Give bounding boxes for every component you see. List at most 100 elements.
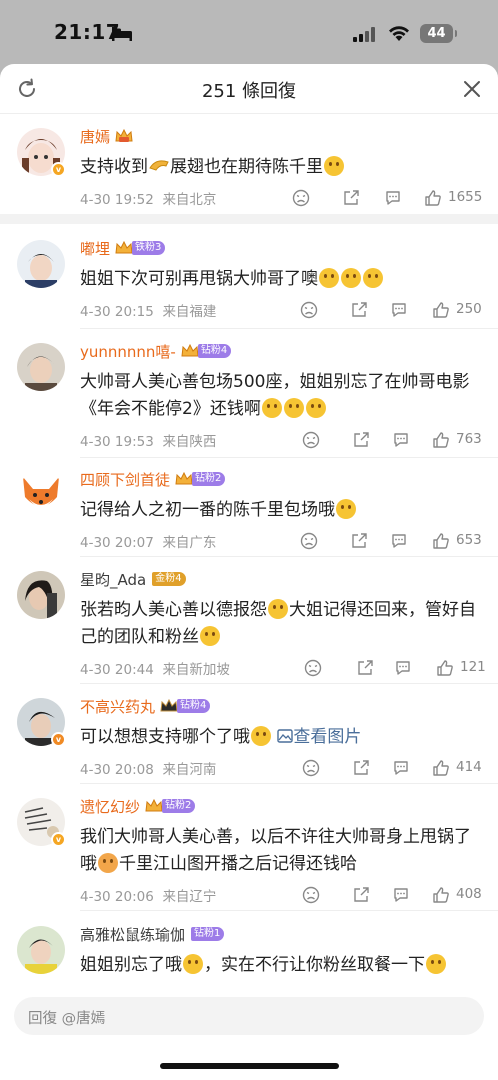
share-icon[interactable] bbox=[342, 189, 360, 207]
cellular-signal-icon bbox=[353, 26, 375, 42]
username[interactable]: 不高兴药丸 bbox=[80, 696, 155, 717]
comment-text: 大帅哥人美心善包场500座，姐姐别忘了在帅哥电影《年会不能停2》还钱啊 bbox=[80, 372, 470, 419]
dislike-icon[interactable] bbox=[302, 759, 320, 777]
fan-badge: 钻粉2 bbox=[192, 472, 226, 486]
like-icon[interactable] bbox=[432, 759, 450, 777]
username[interactable]: 唐嫣 bbox=[80, 126, 110, 147]
comment-time: 4-30 20:08 bbox=[80, 762, 154, 778]
comment-icon[interactable] bbox=[392, 431, 410, 449]
vip-crown-icon bbox=[175, 471, 193, 485]
share-icon[interactable] bbox=[350, 532, 368, 550]
comment-meta: 4-30 19:53 来自陕西 763 bbox=[80, 430, 498, 450]
avatar[interactable] bbox=[17, 471, 65, 519]
home-indicator[interactable] bbox=[160, 1063, 339, 1069]
avatar[interactable] bbox=[17, 926, 65, 974]
sleep-focus-icon bbox=[112, 27, 132, 41]
dislike-icon[interactable] bbox=[300, 532, 318, 550]
comment-icon[interactable] bbox=[394, 659, 412, 677]
dislike-icon[interactable] bbox=[302, 886, 320, 904]
like-icon[interactable] bbox=[432, 532, 450, 550]
comment-location: 来自河南 bbox=[162, 762, 217, 778]
comment-location: 来自广东 bbox=[162, 535, 217, 551]
avatar[interactable] bbox=[17, 571, 65, 619]
like-icon[interactable] bbox=[432, 301, 450, 319]
avatar[interactable]: v bbox=[17, 128, 66, 177]
fan-badge: 钻粉4 bbox=[197, 344, 232, 358]
battery-icon: 44 bbox=[420, 24, 457, 43]
dislike-icon[interactable] bbox=[302, 431, 320, 449]
avatar[interactable] bbox=[17, 240, 65, 288]
username[interactable]: 星昀_Ada bbox=[80, 569, 146, 590]
close-icon[interactable] bbox=[462, 79, 482, 99]
like-icon[interactable] bbox=[436, 659, 454, 677]
comment-location: 来自陕西 bbox=[162, 434, 217, 450]
fan-badge: 钻粉4 bbox=[177, 699, 211, 713]
comment-text: 可以想想支持哪个了哦 查看图片 bbox=[80, 726, 362, 747]
comment-time: 4-30 19:53 bbox=[80, 434, 154, 450]
laughing-emoji-icon bbox=[324, 156, 344, 176]
like-count: 408 bbox=[456, 886, 482, 902]
comment-icon[interactable] bbox=[392, 759, 410, 777]
comment-meta: 4-30 20:15 来自福建 250 bbox=[80, 300, 498, 320]
like-count: 653 bbox=[456, 532, 482, 548]
share-icon[interactable] bbox=[352, 886, 370, 904]
comment-meta: 4-30 20:07 来自广东 653 bbox=[80, 531, 498, 551]
share-icon[interactable] bbox=[352, 431, 370, 449]
comment-text: 姐姐别忘了哦 ，实在不行让你粉丝取餐一下 bbox=[80, 952, 480, 979]
share-icon[interactable] bbox=[352, 759, 370, 777]
like-icon[interactable] bbox=[424, 189, 442, 207]
username[interactable]: 高雅松鼠练瑜伽 bbox=[80, 924, 185, 945]
comment-icon[interactable] bbox=[390, 301, 408, 319]
verified-badge-icon: v bbox=[51, 732, 66, 747]
like-icon[interactable] bbox=[432, 431, 450, 449]
comment-icon[interactable] bbox=[390, 532, 408, 550]
sheet-header: 251 條回復 bbox=[0, 64, 498, 114]
username[interactable]: yunnnnnn嘻- bbox=[80, 341, 176, 362]
comment-text: 记得给人之初一番的陈千里包场哦 bbox=[80, 497, 480, 524]
status-time: 21:17 bbox=[54, 20, 121, 44]
share-icon[interactable] bbox=[356, 659, 374, 677]
comment-meta: 4-30 20:06 来自辽宁 408 bbox=[80, 885, 498, 905]
avatar[interactable] bbox=[17, 343, 65, 391]
verified-badge-icon: v bbox=[51, 832, 66, 847]
like-icon[interactable] bbox=[432, 886, 450, 904]
avatar[interactable]: v bbox=[17, 698, 66, 747]
avatar[interactable]: v bbox=[17, 798, 66, 847]
emoji-icon bbox=[261, 398, 282, 418]
emoji-icon bbox=[363, 268, 383, 288]
like-count: 1655 bbox=[448, 189, 483, 205]
comment-meta: 4-30 20:44 来自新加坡 121 bbox=[80, 658, 498, 678]
username[interactable]: 遗忆幻纱 bbox=[80, 796, 140, 817]
hand-emoji-icon bbox=[149, 160, 169, 171]
emoji-icon bbox=[341, 268, 361, 288]
emoji-icon bbox=[319, 268, 339, 288]
fan-badge: 钻粉2 bbox=[162, 799, 196, 813]
like-count: 414 bbox=[456, 759, 482, 775]
dislike-icon[interactable] bbox=[292, 189, 310, 207]
comment-text: 支持收到 展翅也在期待陈千里 bbox=[80, 154, 480, 181]
cat-emoji-icon bbox=[98, 853, 118, 873]
reply-input[interactable]: 回復 @唐嫣 bbox=[14, 997, 484, 1035]
comment-icon[interactable] bbox=[392, 886, 410, 904]
vip-crown-icon bbox=[181, 343, 199, 357]
like-count: 121 bbox=[460, 659, 486, 675]
comment-time: 4-30 20:06 bbox=[80, 889, 154, 905]
verified-badge-icon: v bbox=[51, 162, 66, 177]
comment-meta: 4-30 19:52 来自北京 1655 bbox=[80, 188, 498, 208]
comment-time: 4-30 20:07 bbox=[80, 535, 154, 551]
sheet-title: 251 條回復 bbox=[201, 81, 297, 102]
comments-sheet: 251 條回復 v 唐嫣 支持收到 展翅也在期待陈千里 4-30 19:52 来自… bbox=[0, 64, 498, 1080]
username[interactable]: 四顾下剑首徒 bbox=[80, 469, 170, 490]
wifi-icon bbox=[389, 26, 409, 41]
share-icon[interactable] bbox=[350, 301, 368, 319]
comment-location: 来自福建 bbox=[162, 304, 217, 320]
emoji-icon bbox=[251, 726, 271, 746]
comment-location: 来自新加坡 bbox=[162, 662, 230, 678]
comment-icon[interactable] bbox=[384, 189, 402, 207]
vip-crown-icon bbox=[115, 240, 133, 254]
username[interactable]: 嘟埋 bbox=[80, 238, 110, 259]
dislike-icon[interactable] bbox=[304, 659, 322, 677]
view-image-link[interactable]: 查看图片 bbox=[293, 727, 361, 747]
like-count: 250 bbox=[456, 301, 482, 317]
dislike-icon[interactable] bbox=[300, 301, 318, 319]
